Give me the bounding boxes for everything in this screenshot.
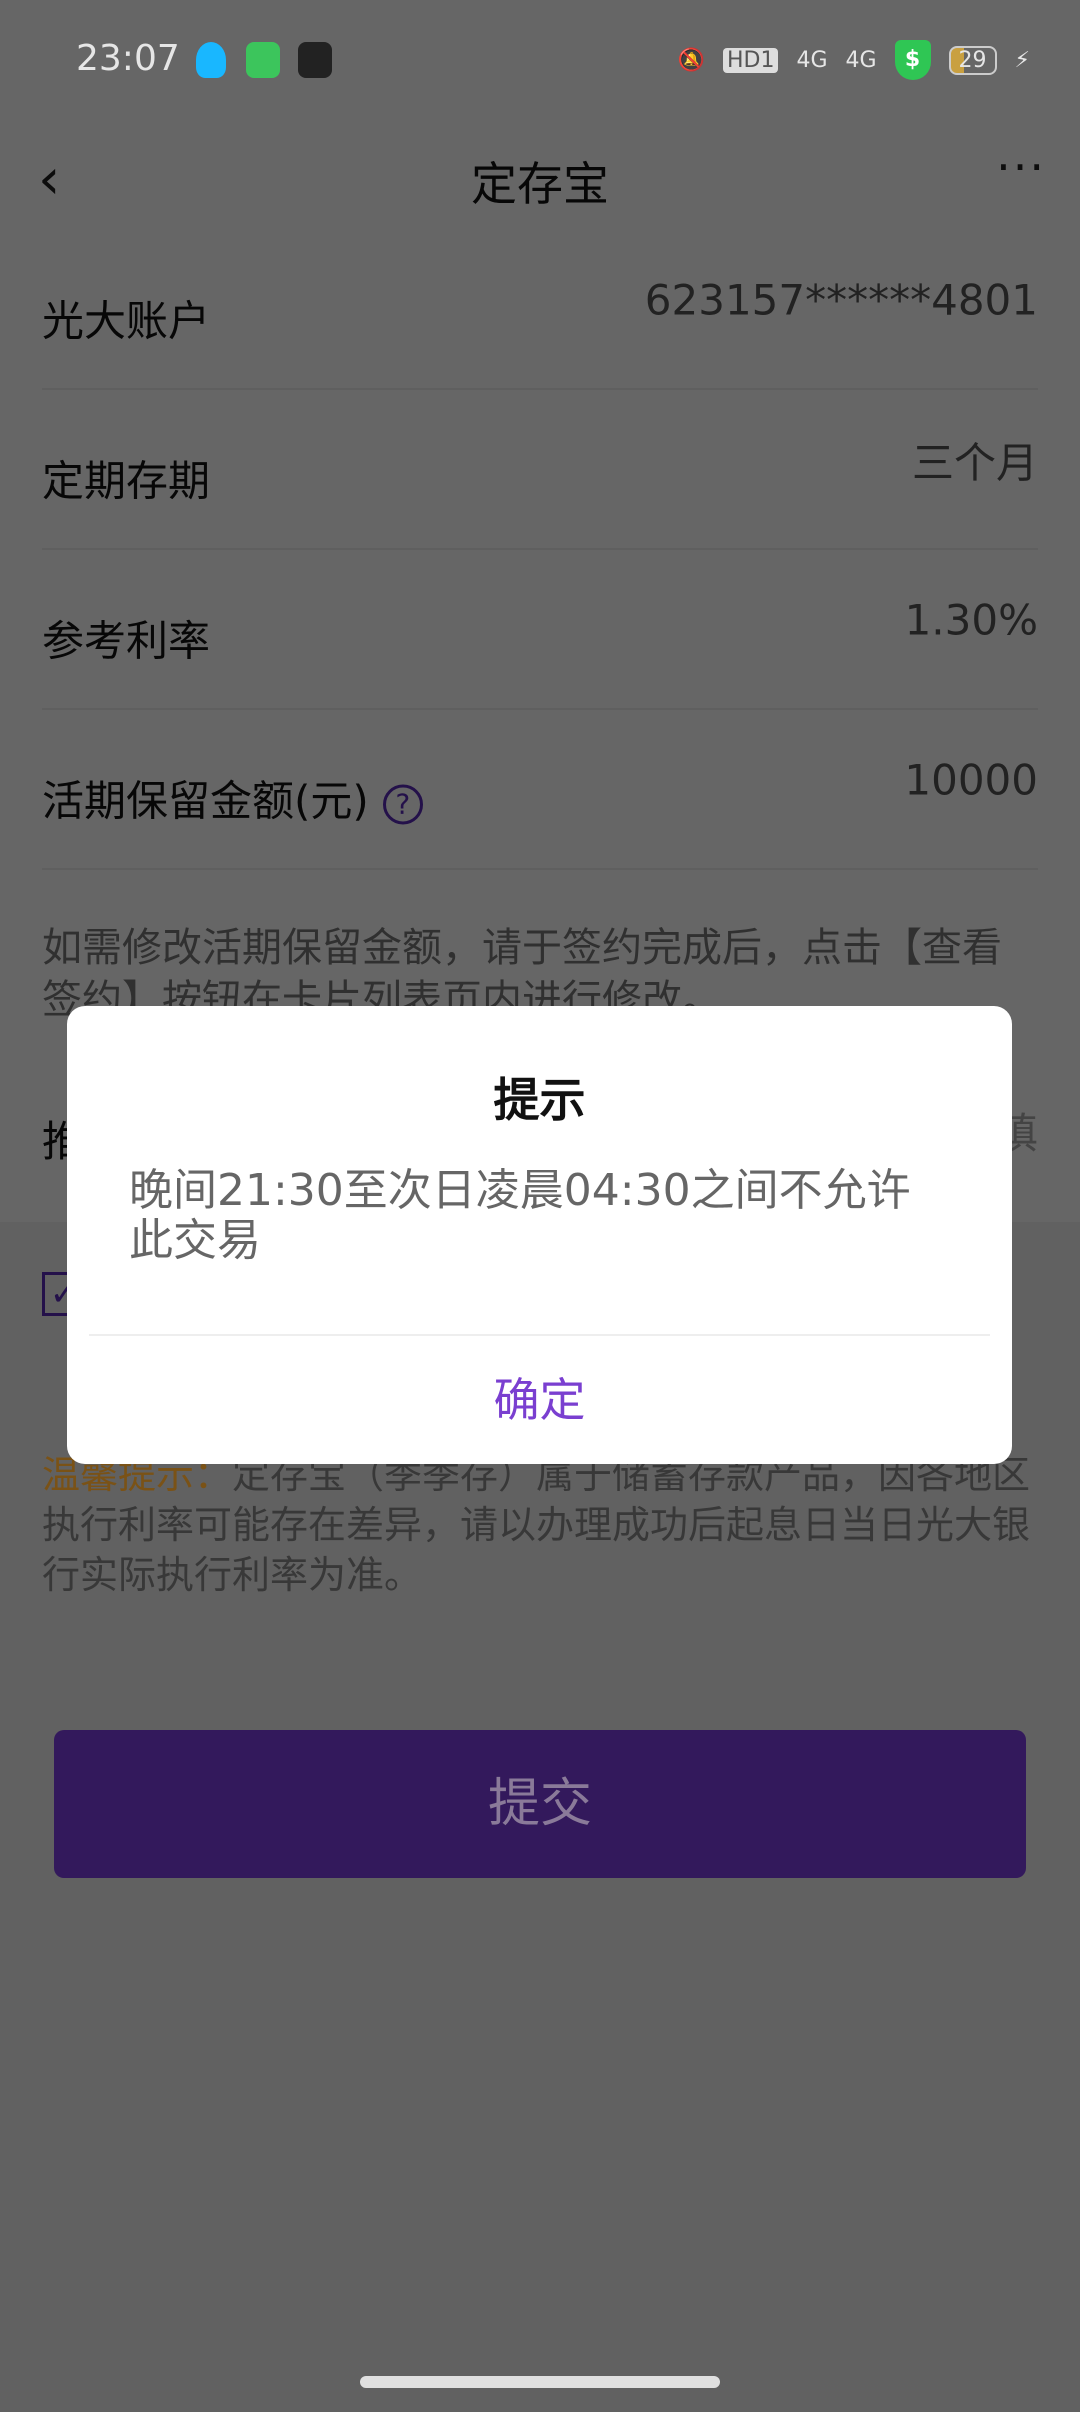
row-value: 1.30% — [904, 595, 1038, 645]
signal-icon-2: 4G — [845, 47, 877, 73]
home-indicator[interactable] — [360, 2376, 720, 2388]
shield-dollar-icon: $ — [894, 40, 931, 80]
row-label: 参考利率 — [42, 616, 211, 666]
row-term[interactable]: 定期存期 三个月 — [42, 390, 1038, 550]
row-account[interactable]: 光大账户 623157******4801 — [42, 230, 1038, 390]
qq-icon — [196, 42, 226, 78]
alert-dialog: 提示 晚间21:30至次日凌晨04:30之间不允许此交易 确定 — [67, 1006, 1012, 1464]
header: ‹ 定存宝 ··· — [0, 130, 1080, 230]
soul-icon — [298, 42, 332, 78]
submit-button[interactable]: 提交 — [54, 1730, 1026, 1878]
messages-icon — [246, 42, 280, 78]
row-value: 623157******4801 — [644, 275, 1038, 325]
hd-icon: HD1 — [722, 47, 779, 73]
more-dots-icon[interactable]: ··· — [996, 140, 1046, 194]
status-icons: 🔕 HD1 4G 4G $ 29 ⚡ — [678, 40, 1030, 80]
mute-bell-icon: 🔕 — [677, 47, 705, 73]
page-title: 定存宝 — [471, 157, 609, 211]
status-bar: 23:07 🔕 HD1 4G 4G $ 29 ⚡ — [0, 0, 1080, 130]
row-reserve[interactable]: 活期保留金额(元)? 10000 — [42, 710, 1038, 870]
help-icon[interactable]: ? — [382, 784, 423, 824]
signal-icon: 4G — [796, 47, 828, 73]
row-label: 光大账户 — [42, 296, 211, 346]
warm-tip: 温馨提示：定存宝（季季存）属于储蓄存款产品，因各地区执行利率可能存在差异，请以办… — [42, 1450, 1038, 1600]
row-label: 定期存期 — [42, 456, 211, 506]
charging-icon: ⚡ — [1014, 47, 1030, 73]
battery-icon: 29 — [948, 45, 997, 75]
dialog-title: 提示 — [493, 1073, 586, 1127]
row-value: 三个月 — [911, 438, 1038, 488]
confirm-button[interactable]: 确定 — [67, 1336, 1012, 1464]
row-label: 活期保留金额(元)? — [42, 768, 423, 829]
row-rate: 参考利率 1.30% — [42, 550, 1038, 710]
row-label-text: 活期保留金额(元) — [42, 776, 369, 826]
row-value: 10000 — [904, 755, 1038, 805]
dialog-message: 晚间21:30至次日凌晨04:30之间不允许此交易 — [129, 1165, 911, 1266]
status-time: 23:07 — [76, 38, 180, 79]
